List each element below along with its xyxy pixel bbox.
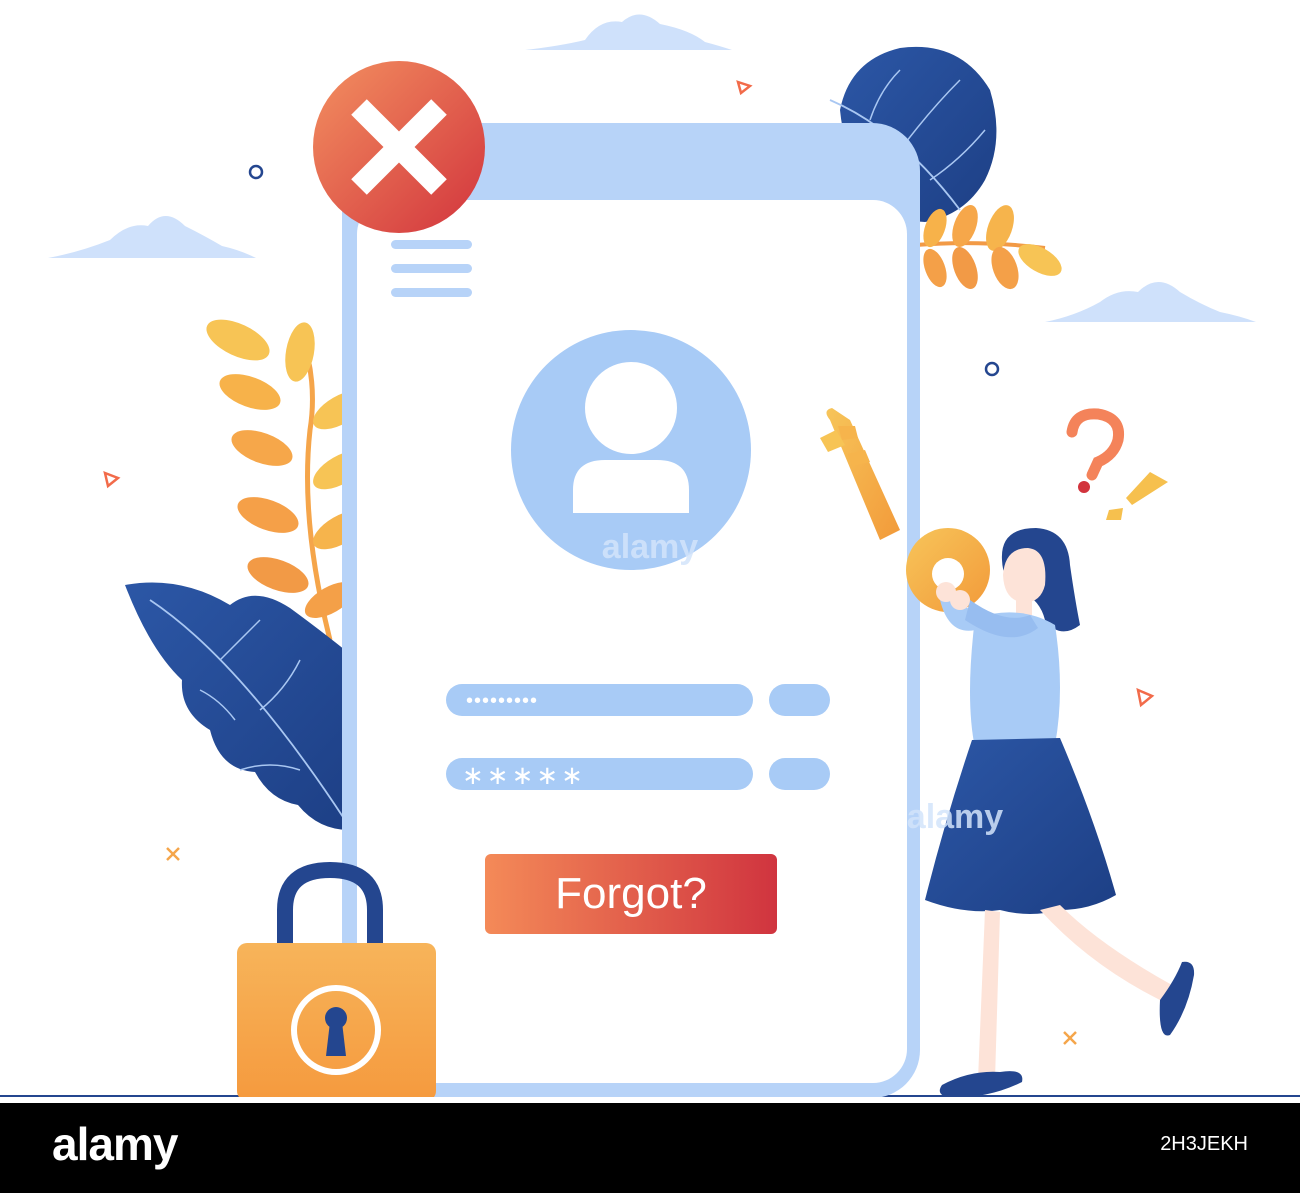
close-icon[interactable] — [313, 61, 485, 233]
cloud-icon — [525, 14, 732, 50]
confetti-triangle — [103, 470, 121, 489]
stock-footer: alamy 2H3JEKH — [0, 1103, 1300, 1193]
leaf-icon — [125, 582, 355, 831]
image-code: 2H3JEKH — [1160, 1133, 1248, 1155]
watermark-text: alamy — [602, 528, 698, 566]
password-mask: ∗∗∗∗∗ — [462, 760, 586, 790]
cloud-icon — [48, 216, 256, 258]
exclamation-icon — [1106, 472, 1168, 520]
question-mark-icon — [1066, 408, 1125, 493]
watermark-text: alamy — [907, 798, 1003, 836]
password-side-button[interactable] — [769, 758, 830, 790]
confetti-circle — [248, 164, 264, 180]
username-side-button[interactable] — [769, 684, 830, 716]
illustration: ••••••••• ∗∗∗∗∗ Forgot? alamy alamy — [0, 14, 1300, 1100]
password-field[interactable]: ∗∗∗∗∗ — [446, 758, 753, 790]
confetti-circle — [984, 361, 1000, 377]
username-field[interactable]: ••••••••• — [446, 684, 753, 716]
cloud-icon — [1045, 282, 1256, 322]
leaf-icon — [914, 204, 1062, 290]
forgot-label: Forgot? — [555, 869, 707, 918]
confetti-triangle — [1136, 687, 1155, 708]
footer-logo: alamy — [52, 1118, 178, 1170]
menu-icon[interactable] — [391, 240, 472, 297]
confetti-cross — [1063, 1031, 1077, 1045]
confetti-triangle — [736, 80, 753, 96]
forgot-button[interactable]: Forgot? — [485, 854, 777, 934]
confetti-cross — [166, 847, 180, 861]
username-mask: ••••••••• — [466, 690, 538, 712]
